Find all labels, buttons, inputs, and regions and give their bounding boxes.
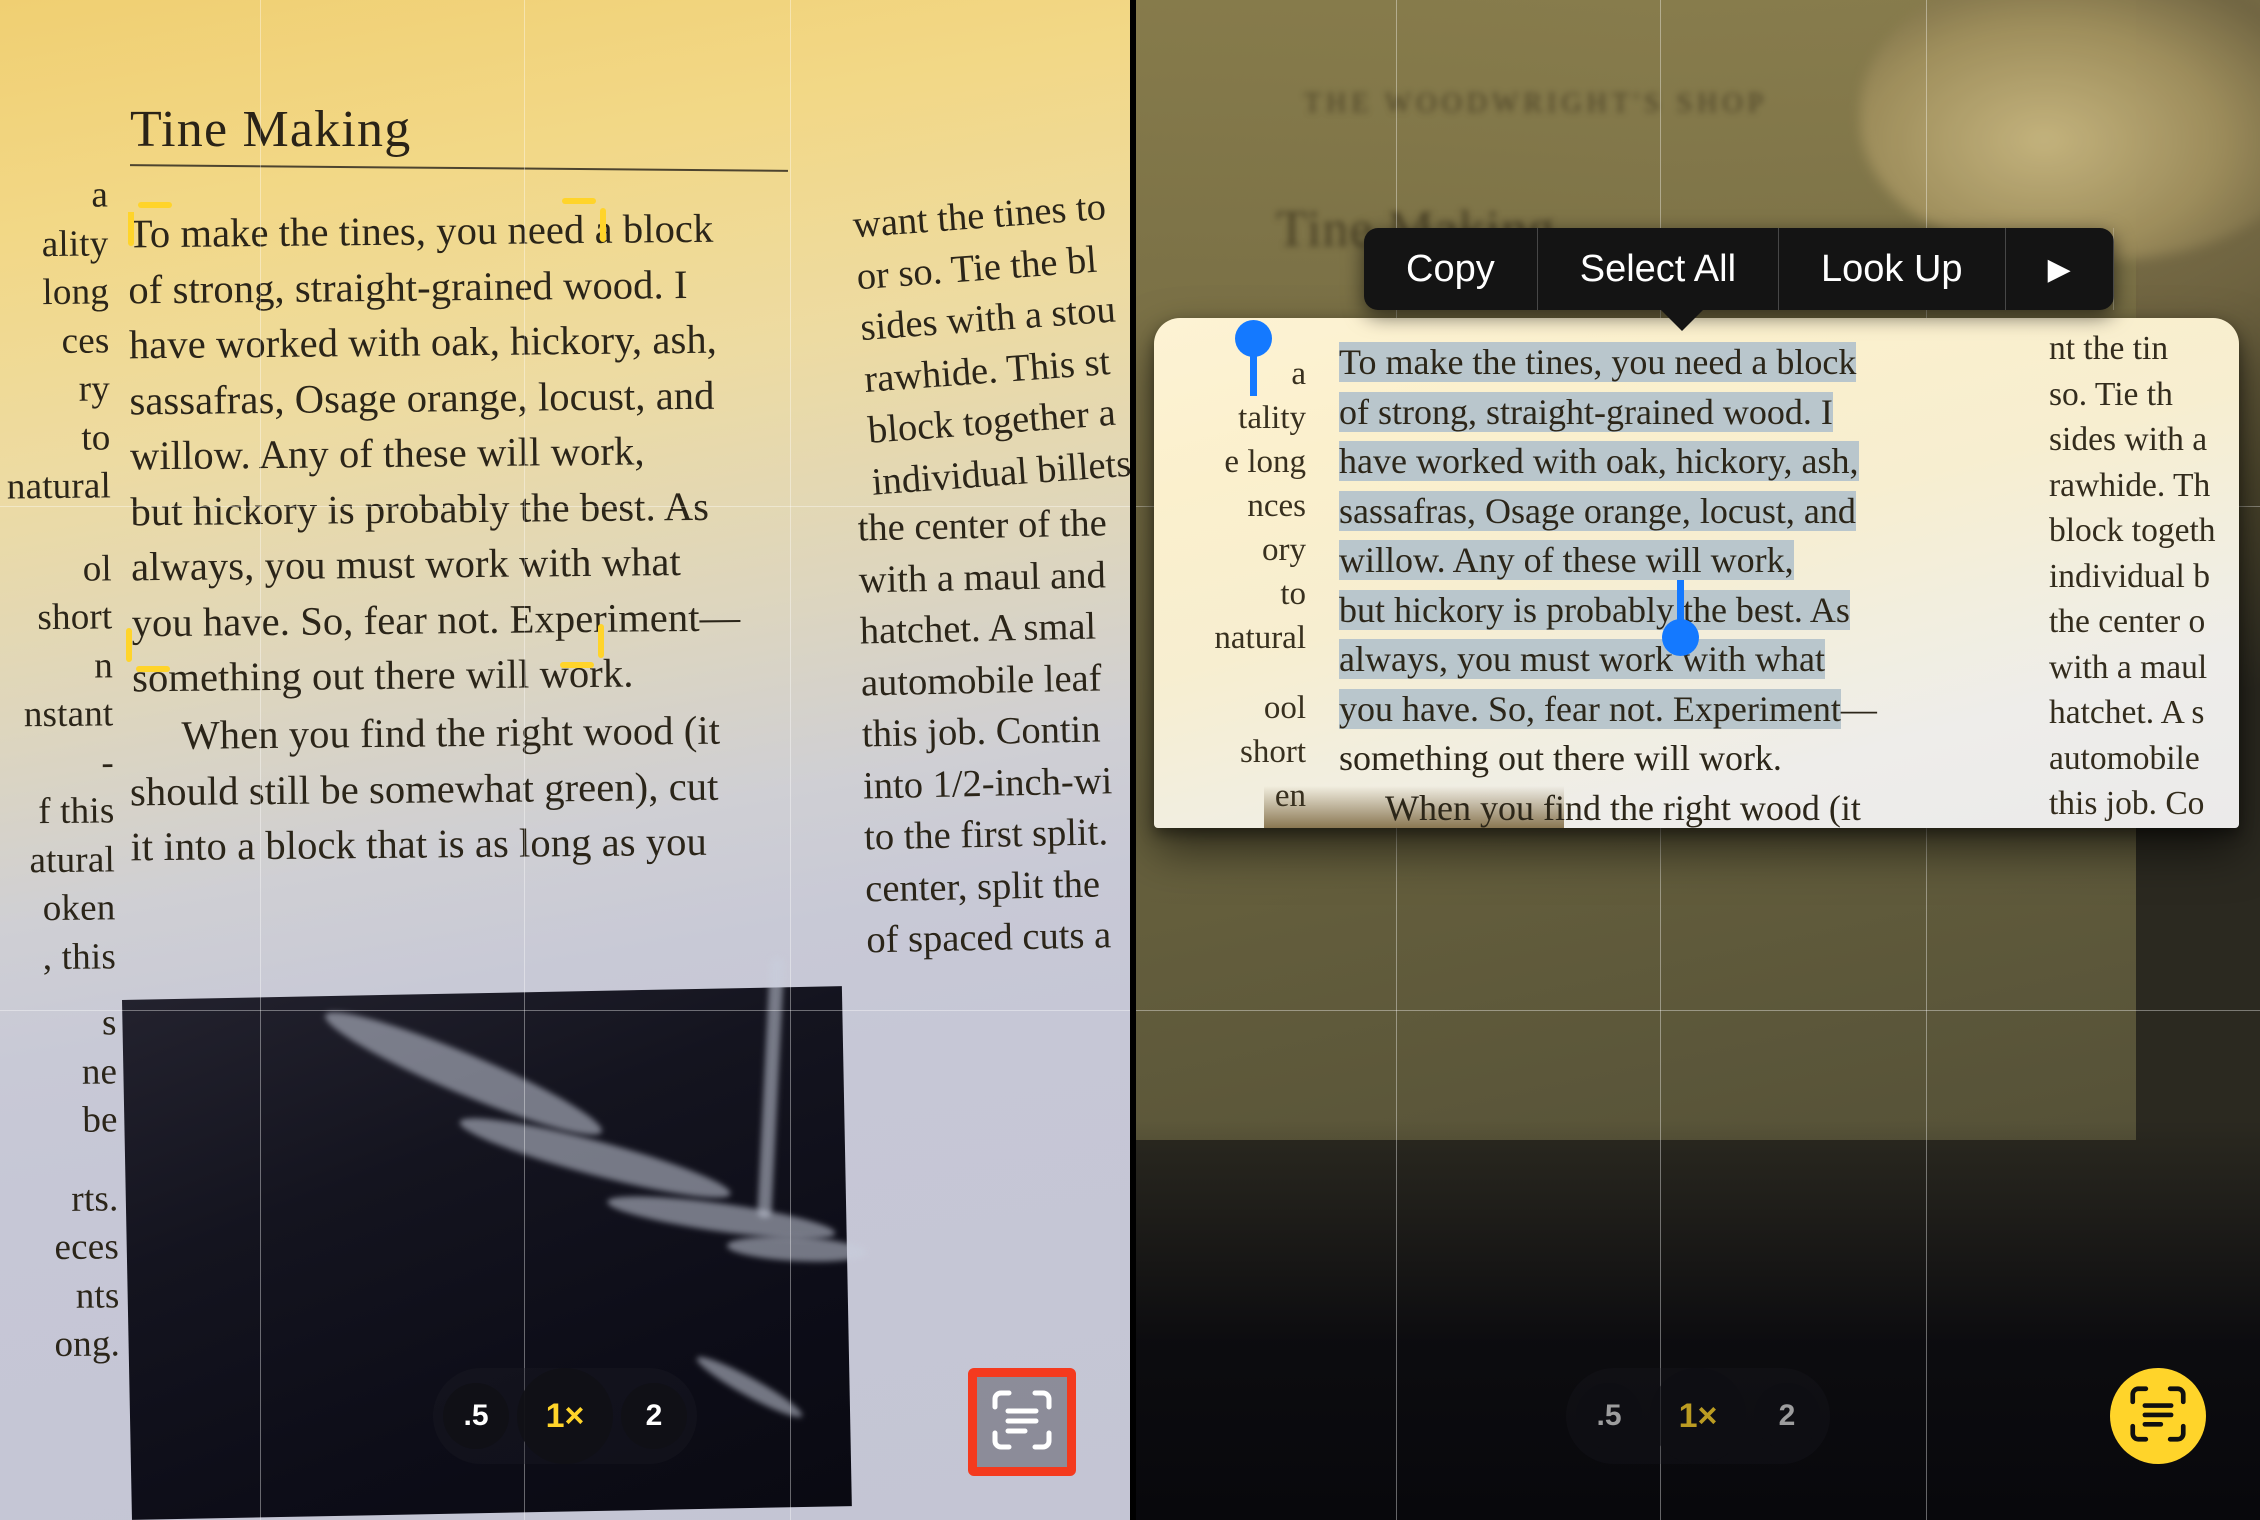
page-heading: Tine Making	[130, 101, 412, 158]
live-text-scan-icon	[2129, 1385, 2187, 1448]
zoom-button-1x[interactable]: 1×	[1650, 1368, 1746, 1464]
live-text-button-annotation-box	[968, 1368, 1076, 1476]
split-screenshot: a ality long ces ry to natural ol short …	[0, 0, 2260, 1520]
text-selection-popup-menu[interactable]: Copy Select All Look Up ▶	[1364, 228, 2114, 331]
camera-viewfinder-left[interactable]: a ality long ces ry to natural ol short …	[0, 0, 1130, 1520]
live-text-scan-icon	[991, 1389, 1053, 1456]
unselected-tail: —	[1840, 688, 1877, 729]
zoom-button-1x[interactable]: 1×	[517, 1368, 613, 1464]
live-text-selection-card[interactable]: a tality e long nces ory to natural ool …	[1154, 318, 2239, 828]
page-paragraph-1: To make the tines, you need a block of s…	[127, 205, 741, 701]
selected-line: To make the tines, you need a block	[1339, 342, 1857, 382]
selected-line: of strong, straight-grained wood. I	[1339, 391, 1833, 432]
selected-line: but hickory is probably the best. As	[1339, 589, 1850, 630]
selection-handle-end[interactable]	[1659, 580, 1701, 656]
menu-item-look-up[interactable]: Look Up	[1779, 228, 2006, 310]
heading-rule	[130, 164, 788, 172]
camera-controls-right: .5 1× 2	[1136, 1368, 2260, 1464]
detection-bracket-bottom-left	[126, 628, 170, 672]
selected-line: have worked with oak, hickory, ash,	[1339, 441, 1859, 481]
page-right-column: want the tines to or so. Tie the bl side…	[851, 185, 1130, 504]
camera-panel-selection: THE WOODWRIGHT'S SHOP Tine Making tyuqs …	[1130, 0, 2260, 1520]
running-header: THE WOODWRIGHT'S SHOP	[1304, 88, 1769, 119]
card-left-fragments: a tality e long nces ory to natural ool …	[1214, 356, 1306, 828]
zoom-control-cluster[interactable]: .5 1× 2	[433, 1368, 697, 1464]
selected-line: sassafras, Osage orange, locust, and	[1339, 490, 1856, 531]
card-right-column: nt the tin so. Tie th sides with a rawhi…	[2049, 330, 2216, 822]
detection-bracket-top-left	[128, 202, 172, 246]
zoom-button-2x[interactable]: 2	[1754, 1383, 1820, 1449]
page-right-column-lower: the center of the with a maul and hatche…	[857, 502, 1113, 962]
detection-bracket-bottom-right	[560, 624, 604, 668]
zoom-button-0.5x[interactable]: .5	[443, 1383, 509, 1449]
camera-panel-detection: a ality long ces ry to natural ol short …	[0, 0, 1130, 1520]
zoom-control-cluster-right[interactable]: .5 1× 2	[1566, 1368, 1830, 1464]
zoom-button-2x[interactable]: 2	[621, 1383, 687, 1449]
selected-line: always, you must work with what	[1339, 639, 1825, 679]
live-text-button[interactable]	[2110, 1368, 2206, 1464]
page-paragraph-2: When you find the right wood (it should …	[129, 707, 721, 869]
live-text-button-active-wrap	[2110, 1368, 2206, 1464]
selected-line: willow. Any of these will work,	[1339, 540, 1794, 580]
unselected-line: something out there will work.	[1339, 738, 1782, 778]
menu-item-more-arrow-icon[interactable]: ▶	[2006, 228, 2114, 310]
selection-handle-start[interactable]	[1232, 320, 1274, 396]
menu-item-select-all[interactable]: Select All	[1538, 228, 1780, 310]
camera-viewfinder-right[interactable]: THE WOODWRIGHT'S SHOP Tine Making tyuqs …	[1136, 0, 2260, 1520]
zoom-button-0.5x[interactable]: .5	[1576, 1383, 1642, 1449]
page-main-column: Tine Making To make the tines, you need …	[127, 100, 830, 871]
detection-bracket-top-right	[562, 198, 606, 242]
unselected-line: When you find the right wood (it	[1385, 787, 1861, 828]
popup-tail	[1660, 309, 1704, 331]
text-cursor-crosshair-white[interactable]	[370, 500, 464, 594]
page-left-edge-fragments: a ality long ces ry to natural ol short …	[6, 174, 121, 1366]
live-text-button[interactable]	[983, 1383, 1061, 1461]
menu-item-copy[interactable]: Copy	[1364, 228, 1538, 310]
selected-line: you have. So, fear not. Experiment	[1339, 688, 1841, 729]
camera-controls-left: .5 1× 2	[0, 1368, 1130, 1476]
